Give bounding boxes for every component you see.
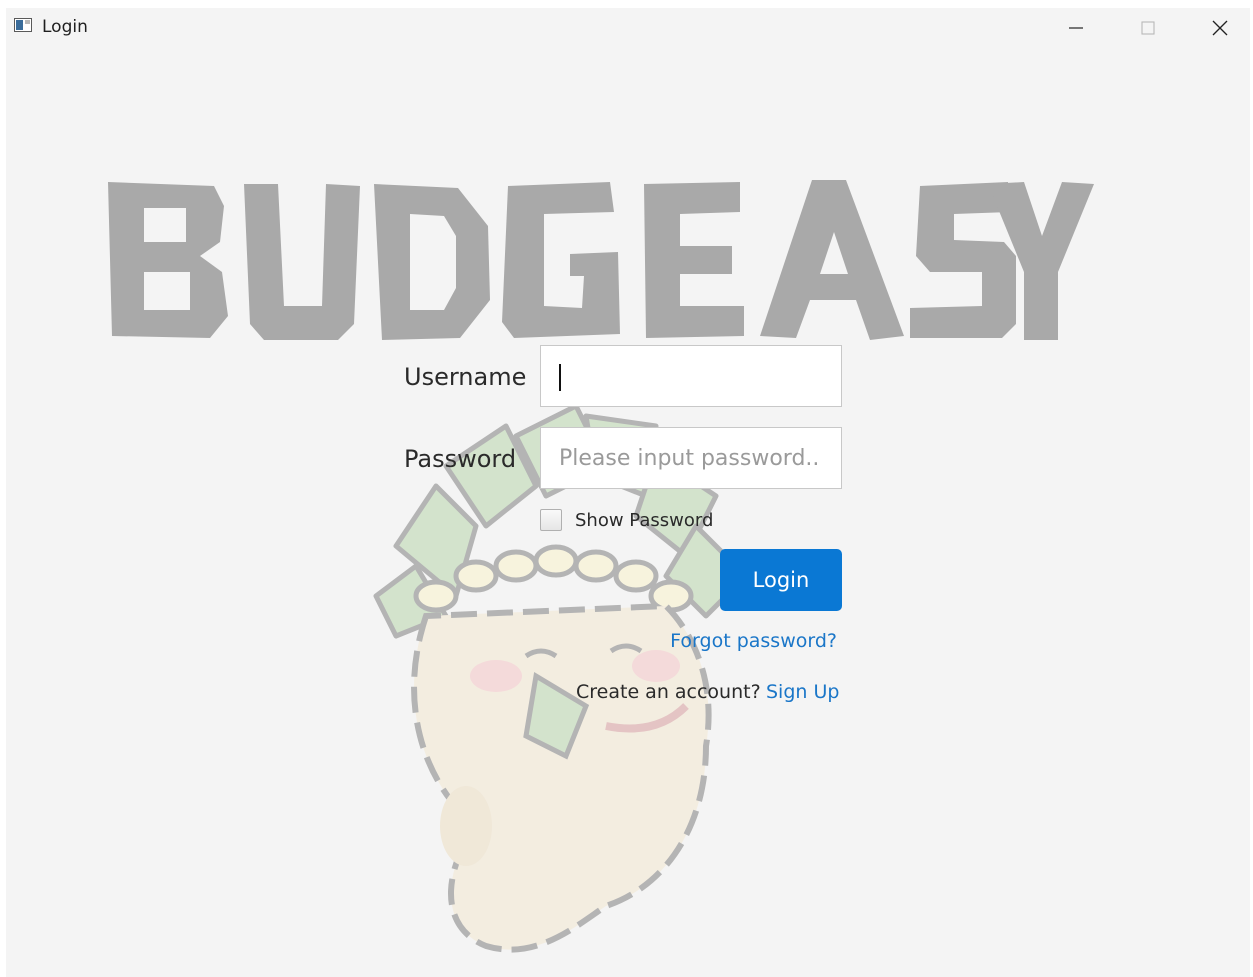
app-window-icon (14, 18, 32, 32)
show-password-toggle[interactable]: Show Password (540, 509, 713, 531)
forgot-password-link[interactable]: Forgot password? (670, 630, 837, 652)
minimize-icon (1069, 27, 1083, 29)
login-button[interactable]: Login (720, 549, 842, 611)
show-password-label: Show Password (575, 509, 714, 531)
login-window: Login Username Password Show Password Lo… (6, 8, 1250, 977)
minimize-button[interactable] (1052, 12, 1100, 44)
title-bar: Login (6, 8, 1250, 48)
password-label: Password (404, 445, 517, 473)
window-title: Login (42, 17, 88, 37)
password-input[interactable] (540, 427, 842, 489)
maximize-button[interactable] (1124, 12, 1172, 44)
username-input[interactable] (540, 345, 842, 407)
close-icon (1212, 20, 1228, 36)
sign-up-link[interactable]: Sign Up (766, 681, 839, 703)
show-password-checkbox[interactable] (540, 509, 562, 531)
username-label: Username (404, 363, 527, 391)
text-caret (559, 364, 561, 391)
maximize-icon (1141, 21, 1155, 35)
create-account-text: Create an account? (576, 681, 761, 703)
budgeasy-logo (108, 180, 1094, 340)
close-button[interactable] (1196, 12, 1244, 44)
